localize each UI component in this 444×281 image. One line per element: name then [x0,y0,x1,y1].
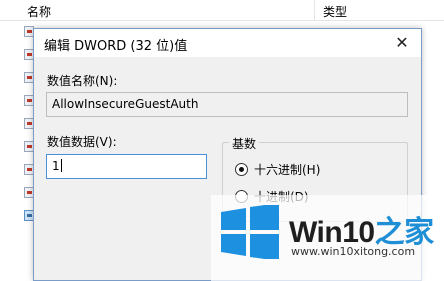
radio-selected-icon[interactable] [235,163,248,176]
watermark-url: www.win10xitong.com [291,245,416,258]
windows-logo-icon [221,205,279,259]
radio-hexadecimal[interactable]: 十六进制(H) [235,161,320,178]
column-separator[interactable] [314,0,315,21]
column-header-type[interactable]: 类型 [323,3,347,20]
column-header-name[interactable]: 名称 [27,3,51,20]
value-data-label: 数值数据(V): [47,135,117,149]
value-data-input[interactable]: 1 [46,154,207,179]
radio-hexadecimal-label: 十六进制(H) [254,163,321,177]
screen: 名称 类型 编辑 DWORD (32 位)值 ✕ 数值名称(N): AllowI… [0,0,444,281]
watermark: Win10之家 www.win10xitong.com [211,195,444,281]
close-icon[interactable]: ✕ [391,32,413,54]
dialog-title: 编辑 DWORD (32 位)值 [44,39,188,54]
value-name-field[interactable]: AllowInsecureGuestAuth [46,92,408,117]
list-header: 名称 类型 [0,0,444,21]
value-data-text: 1 [52,159,60,173]
value-name-label: 数值名称(N): [47,74,118,88]
base-group-title: 基数 [229,135,260,152]
dialog-titlebar[interactable]: 编辑 DWORD (32 位)值 ✕ [34,29,421,57]
text-caret [60,159,62,172]
